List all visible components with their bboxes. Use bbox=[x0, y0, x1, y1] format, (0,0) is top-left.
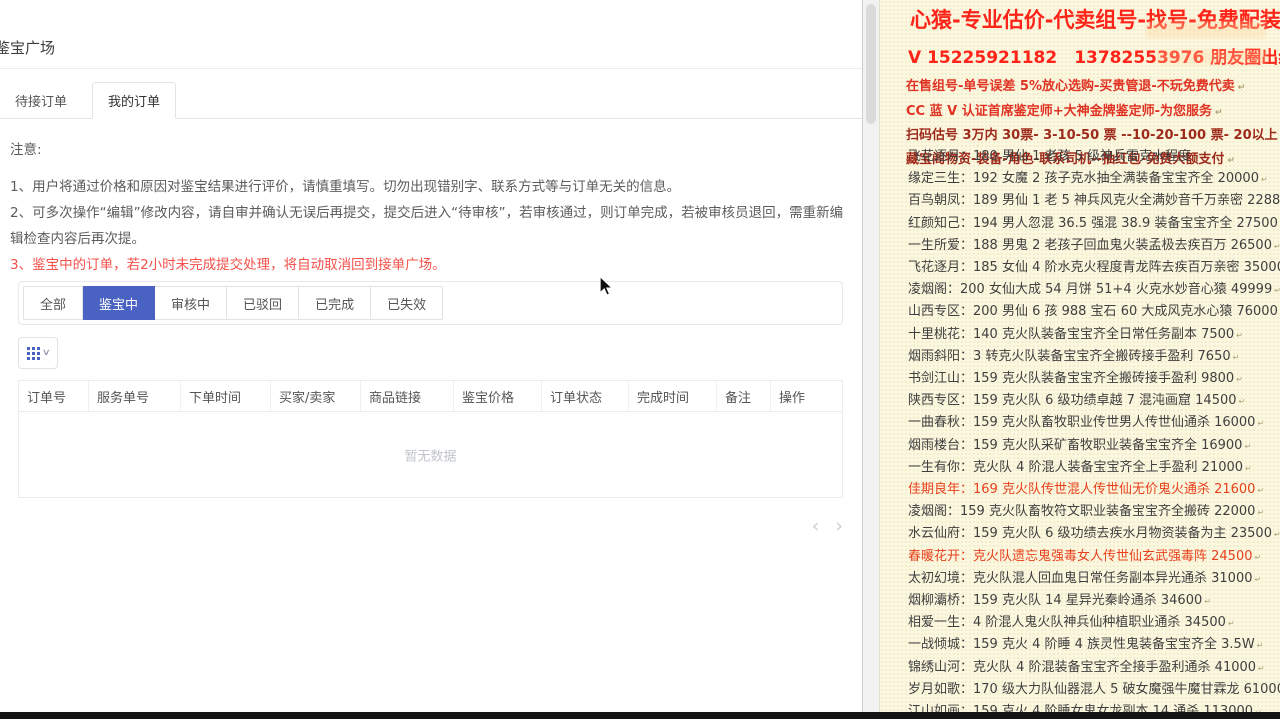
list-item: 书剑江山：159 克火队装备宝宝齐全搬砖接手盈利 9800 bbox=[908, 368, 1280, 390]
sales-notes-panel: 心猿-专业估价-代卖组号-找号-免费配装 V 15225921182 137825… bbox=[880, 0, 1280, 712]
table-header-cell: 订单状态 bbox=[542, 381, 629, 411]
notice-item: 1、用户将通过价格和原因对鉴宝结果进行评价，请慎重填写。切勿出现错别字、联系方式… bbox=[10, 174, 845, 200]
list-item: 百鸟朝凤：189 男仙 1 老 5 神兵风克火全满妙音千万亲密 22888 bbox=[908, 190, 1280, 212]
notice-item: 2、可多次操作“编辑”修改内容，请自审并确认无误后再提交，提交后进入“待审核”，… bbox=[10, 200, 845, 252]
list-item: 一曲春秋：159 克火队畜牧职业传世男人传世仙通杀 16000 bbox=[908, 412, 1280, 434]
filter-button[interactable]: 鉴宝中 bbox=[83, 286, 155, 320]
order-page: 鉴宝广场 待接订单我的订单 注意: 1、用户将通过价格和原因对鉴宝结果进行评价，… bbox=[0, 0, 862, 712]
list-item: 一战倾城：159 克火 4 阶睡 4 族灵性鬼装备宝宝齐全 3.5W bbox=[908, 634, 1280, 656]
page-title: 鉴宝广场 bbox=[0, 37, 55, 58]
bottom-bar bbox=[0, 712, 1280, 719]
list-item: 岁月如歌：170 级大力队仙器混人 5 破女魔强牛魔甘霖龙 61000 bbox=[908, 679, 1280, 701]
filter-button[interactable]: 已失效 bbox=[371, 286, 443, 320]
table-header-cell: 下单时间 bbox=[181, 381, 271, 411]
list-item: 锦绣山河：克火队 4 阶混装备宝宝齐全接手盈利通杀 41000 bbox=[908, 657, 1280, 679]
filter-button[interactable]: 全部 bbox=[23, 286, 83, 320]
list-item: 凌烟阁：159 克火队畜牧符文职业装备宝宝齐全搬砖 22000 bbox=[908, 501, 1280, 523]
filter-button[interactable]: 审核中 bbox=[155, 286, 227, 320]
list-item: 烟柳灞桥：159 克火队 14 星异光秦岭通杀 34600 bbox=[908, 590, 1280, 612]
list-item: 春暖花开：克火队遗忘鬼强毒女人传世仙玄武强毒阵 24500 bbox=[908, 546, 1280, 568]
prev-page-button[interactable]: ‹ bbox=[812, 512, 820, 540]
table-header-cell: 商品链接 bbox=[361, 381, 454, 411]
chevron-down-icon: ∨ bbox=[41, 348, 50, 358]
mouse-cursor bbox=[598, 276, 614, 300]
list-item: 一生所爱：188 男鬼 2 老孩子回血鬼火装孟极去疾百万 26500 bbox=[908, 235, 1280, 257]
list-item: 飞花逐月：180 男仙 1 老孩 5 级神兵雷克水程度 bbox=[908, 146, 1280, 168]
table-header-row: 订单号服务单号下单时间买家/卖家商品链接鉴宝价格订单状态完成时间备注操作 bbox=[19, 381, 842, 412]
filter-button[interactable]: 已驳回 bbox=[227, 286, 299, 320]
list-item: 烟雨斜阳：3 转克火队装备宝宝齐全搬砖接手盈利 7650 bbox=[908, 346, 1280, 368]
filter-button[interactable]: 已完成 bbox=[299, 286, 371, 320]
status-filter-bar: 全部鉴宝中审核中已驳回已完成已失效 bbox=[18, 281, 843, 325]
notice-item: 3、鉴宝中的订单，若2小时未完成提交处理，将自动取消回到接单广场。 bbox=[10, 252, 845, 278]
list-item: 水云仙府：159 克火队 6 级功绩去疾水月物资装备为主 23500 bbox=[908, 523, 1280, 545]
list-item: 太初幻境：克火队混人回血鬼日常任务副本异光通杀 31000 bbox=[908, 568, 1280, 590]
tab-pending-orders[interactable]: 待接订单 bbox=[0, 82, 82, 118]
scrollbar[interactable] bbox=[862, 0, 880, 712]
notice-list: 1、用户将通过价格和原因对鉴宝结果进行评价，请慎重填写。切勿出现错别字、联系方式… bbox=[10, 174, 845, 278]
list-item: 红颜知己：194 男人忽混 36.5 强混 38.9 装备宝宝齐全 27500 bbox=[908, 213, 1280, 235]
column-settings-button[interactable]: ∨ bbox=[18, 337, 58, 369]
notice-block: 注意: 1、用户将通过价格和原因对鉴宝结果进行评价，请慎重填写。切勿出现错别字、… bbox=[10, 138, 845, 278]
next-page-button[interactable]: › bbox=[835, 512, 843, 540]
list-item: 飞花逐月：185 女仙 4 阶水克火程度青龙阵去疾百万亲密 35000 bbox=[908, 257, 1280, 279]
panel-header-line: V 15225921182 13782553976 朋友圈出组号 bbox=[880, 47, 1280, 73]
empty-state-text: 暂无数据 bbox=[19, 445, 842, 464]
table-body: 暂无数据 bbox=[19, 412, 842, 497]
tab-my-orders[interactable]: 我的订单 bbox=[92, 82, 176, 119]
list-item: 山西专区：200 男仙 6 孩 988 宝石 60 大成风克水心猿 76000 bbox=[908, 301, 1280, 323]
table-header-cell: 备注 bbox=[717, 381, 771, 411]
list-item: 江山如画：159 克火 4 阶睡女鬼女龙副本 14 通杀 113000 bbox=[908, 701, 1280, 712]
screen: 鉴宝广场 待接订单我的订单 注意: 1、用户将通过价格和原因对鉴宝结果进行评价，… bbox=[0, 0, 1280, 720]
table-header-cell: 订单号 bbox=[19, 381, 89, 411]
pagination: ‹ › bbox=[0, 512, 843, 540]
table-header-cell: 买家/卖家 bbox=[271, 381, 361, 411]
tab-bar: 待接订单我的订单 bbox=[0, 82, 862, 119]
table-header-cell: 鉴宝价格 bbox=[454, 381, 542, 411]
list-item: 烟雨楼台：159 克火队采矿畜牧职业装备宝宝齐全 16900 bbox=[908, 435, 1280, 457]
list-item: 陕西专区：159 克火队 6 级功绩卓越 7 混沌画窟 14500 bbox=[908, 390, 1280, 412]
table-header-cell: 完成时间 bbox=[629, 381, 717, 411]
panel-header-line: 在售组号-单号误差 5%放心选购-买贵管退-不玩免费代卖 bbox=[880, 77, 1280, 98]
account-listings: 飞花逐月：180 男仙 1 老孩 5 级神兵雷克水程度缘定三生：192 女魔 2… bbox=[880, 146, 1280, 712]
list-item: 缘定三生：192 女魔 2 孩子克水抽全满装备宝宝齐全 20000 bbox=[908, 168, 1280, 190]
notice-heading: 注意: bbox=[10, 138, 845, 158]
divider bbox=[0, 68, 862, 69]
list-item: 佳期良年：169 克火队传世混人传世仙无价鬼火通杀 21600 bbox=[908, 479, 1280, 501]
grid-icon bbox=[27, 347, 40, 360]
panel-header-line: CC 蓝 V 认证首席鉴定师+大神金牌鉴定师-为您服务 bbox=[880, 102, 1280, 123]
list-item: 凌烟阁：200 女仙大成 54 月饼 51+4 火克水妙音心猿 49999 bbox=[908, 279, 1280, 301]
list-item: 一生有你：克火队 4 阶混人装备宝宝齐全上手盈利 21000 bbox=[908, 457, 1280, 479]
table-header-cell: 服务单号 bbox=[89, 381, 181, 411]
orders-table: 订单号服务单号下单时间买家/卖家商品链接鉴宝价格订单状态完成时间备注操作 暂无数… bbox=[18, 380, 843, 498]
table-header-cell: 操作 bbox=[771, 381, 842, 411]
list-item: 相爱一生：4 阶混人鬼火队神兵仙种植职业通杀 34500 bbox=[908, 612, 1280, 634]
list-item: 十里桃花：140 克火队装备宝宝齐全日常任务副本 7500 bbox=[908, 324, 1280, 346]
scrollbar-thumb[interactable] bbox=[866, 4, 876, 124]
panel-header-line: 心猿-专业估价-代卖组号-找号-免费配装 bbox=[880, 7, 1280, 39]
panel-header-line: 扫码估号 3万内 30票- 3-10-50 票 --10-20-100 票- 2… bbox=[880, 126, 1280, 147]
